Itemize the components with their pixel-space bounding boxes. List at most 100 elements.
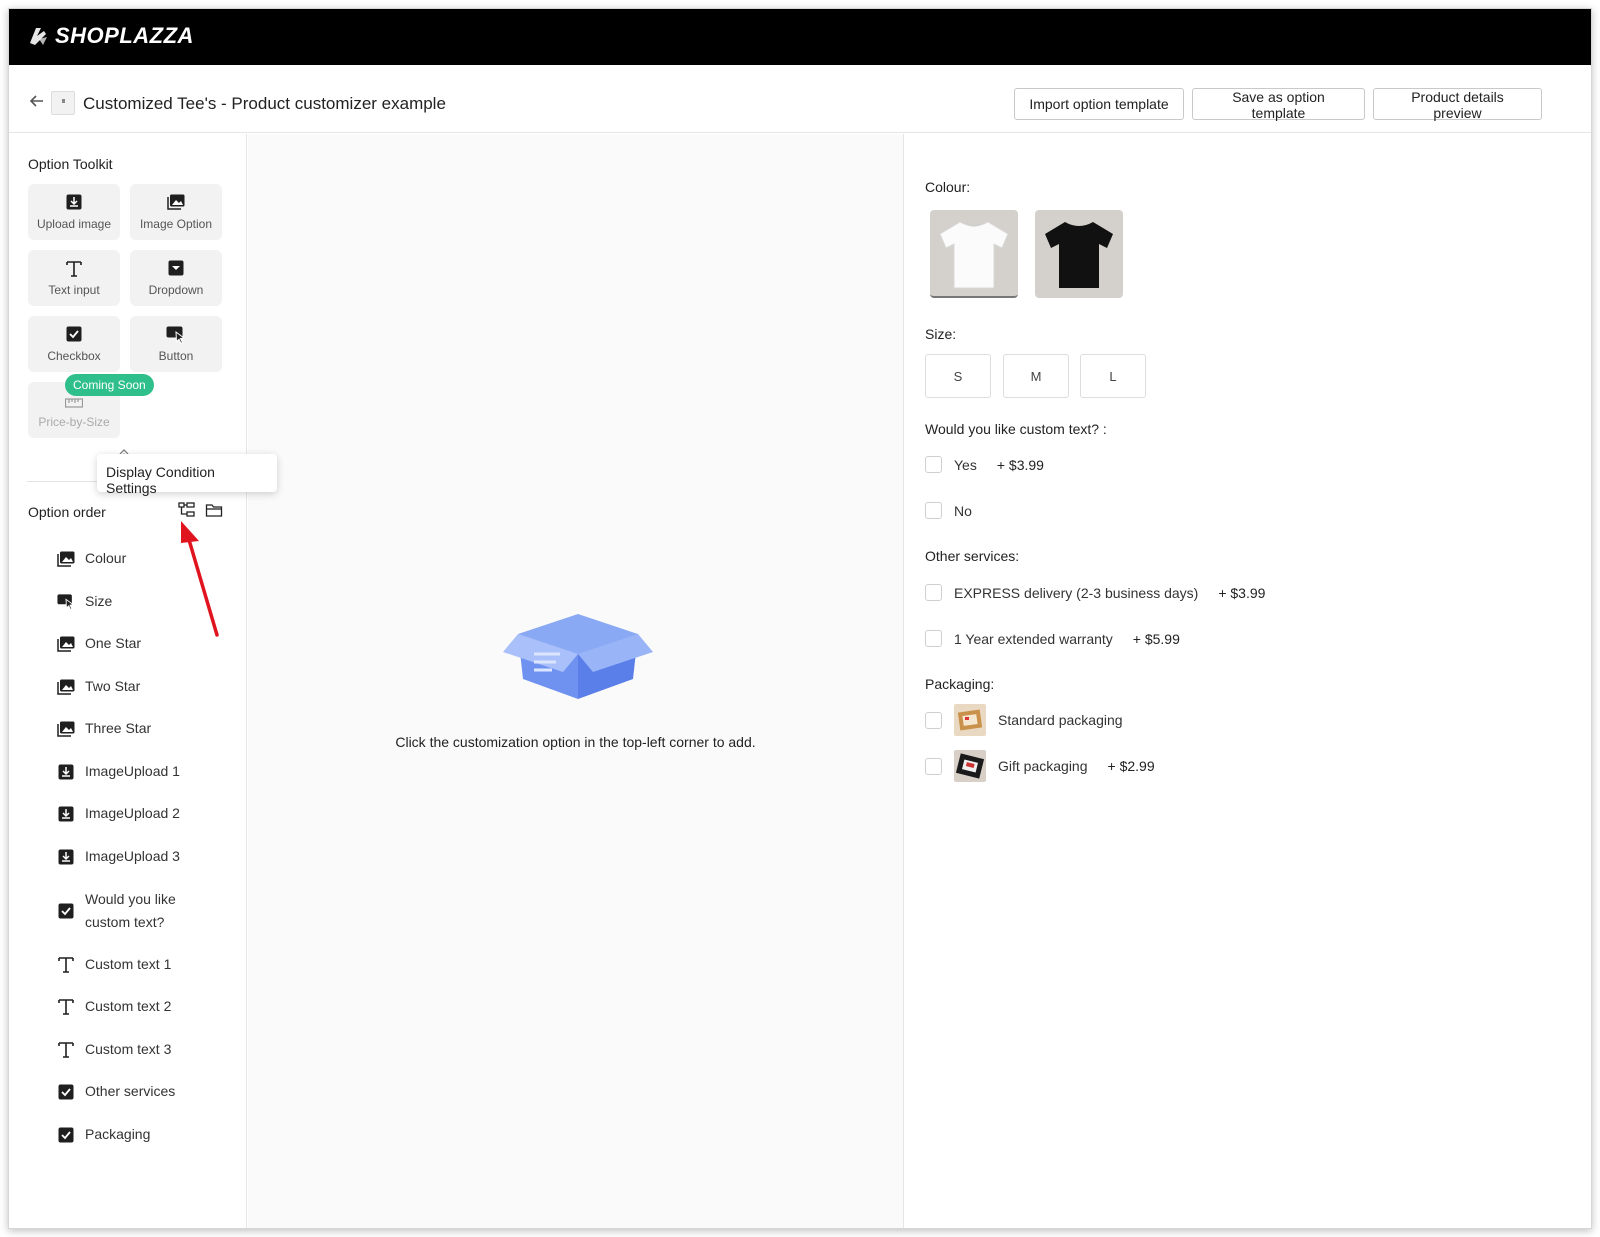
tool-button[interactable]: Button (130, 316, 222, 372)
upload-icon (57, 805, 75, 823)
checkbox[interactable] (925, 757, 942, 775)
tool-checkbox[interactable]: Checkbox (28, 316, 120, 372)
order-item-label: Three Star (85, 720, 152, 736)
packaging-gift[interactable]: Gift packaging + $2.99 (925, 750, 1155, 782)
option-toolkit-title: Option Toolkit (28, 156, 113, 172)
order-item-label: Custom text 3 (85, 1041, 172, 1057)
order-item-three-star[interactable]: Three Star (57, 717, 151, 740)
text-icon (57, 1041, 75, 1059)
colour-swatch-black[interactable] (1035, 210, 1123, 298)
back-arrow-icon[interactable] (27, 93, 47, 113)
order-item-label: Size (85, 593, 113, 609)
size-button-m[interactable]: M (1003, 354, 1069, 398)
image-icon (57, 550, 75, 568)
upload-icon (57, 848, 75, 866)
custom-text-option-no[interactable]: No (925, 502, 972, 519)
folder-icon[interactable] (205, 501, 223, 519)
checkbox-icon (57, 1126, 75, 1144)
image-icon (57, 635, 75, 653)
gift-packaging-image (954, 750, 986, 782)
import-option-template-button[interactable]: Import option template (1014, 88, 1184, 120)
top-bar: SHOPLAZZA (9, 9, 1591, 65)
checkbox[interactable] (925, 456, 942, 473)
upload-icon (28, 194, 120, 212)
tool-label: Upload image (36, 217, 112, 231)
tool-label: Button (158, 349, 194, 363)
option-price: + $3.99 (996, 456, 1044, 473)
order-item-custom-text-1[interactable]: Custom text 1 (57, 953, 171, 976)
order-item-one-star[interactable]: One Star (57, 632, 141, 655)
checkbox[interactable] (925, 502, 942, 519)
tool-label: Text input (48, 283, 100, 297)
order-item-label: Two Star (85, 678, 141, 694)
image-icon (57, 720, 75, 738)
checkbox[interactable] (925, 630, 942, 647)
colour-swatch-white[interactable] (930, 210, 1018, 298)
size-label: Size: (925, 326, 957, 342)
order-item-label: ImageUpload 3 (85, 848, 180, 864)
page-header: Customized Tee's - Product customizer ex… (9, 73, 1591, 133)
order-item-colour[interactable]: Colour (57, 547, 126, 570)
tool-label: Price-by-Size (38, 415, 110, 429)
brand-logo[interactable]: SHOPLAZZA (27, 23, 194, 49)
page-title: Customized Tee's - Product customizer ex… (83, 94, 446, 113)
tool-image-option[interactable]: Image Option (130, 184, 222, 240)
custom-text-option-yes[interactable]: Yes + $3.99 (925, 456, 1044, 473)
order-item-label: Would you like custom text? (85, 888, 176, 934)
order-item-would-you-like-custom-text[interactable]: Would you like custom text? (57, 888, 176, 934)
service-extended-warranty[interactable]: 1 Year extended warranty + $5.99 (925, 630, 1180, 647)
order-item-label: Packaging (85, 1126, 151, 1142)
text-icon (28, 260, 120, 278)
order-item-other-services[interactable]: Other services (57, 1080, 175, 1103)
image-icon (57, 678, 75, 696)
service-express-delivery[interactable]: EXPRESS delivery (2-3 business days) + $… (925, 584, 1265, 601)
standard-packaging-image (954, 704, 986, 736)
product-details-preview-button[interactable]: Product details preview (1373, 88, 1542, 121)
size-button-l[interactable]: L (1080, 354, 1146, 398)
option-label: 1 Year extended warranty (954, 630, 1113, 647)
checkbox[interactable] (925, 711, 942, 729)
tool-label: Image Option (139, 217, 213, 231)
order-item-imageupload-3[interactable]: ImageUpload 3 (57, 845, 180, 868)
order-item-two-star[interactable]: Two Star (57, 675, 140, 698)
option-price: + $2.99 (1107, 758, 1155, 774)
tool-upload-image[interactable]: Upload image (28, 184, 120, 240)
save-option-template-button[interactable]: Save as option template (1192, 88, 1365, 121)
colour-label: Colour: (925, 179, 971, 195)
app-window: SHOPLAZZA Customized Tee's - Product cus… (8, 8, 1592, 1229)
white-tshirt-image (939, 221, 1009, 289)
option-label: No (954, 502, 972, 519)
empty-state-message: Click the customization option in the to… (395, 734, 756, 750)
cursor-icon (130, 326, 222, 344)
coming-soon-badge: Coming Soon (65, 374, 154, 396)
checkbox[interactable] (925, 584, 942, 601)
checkbox-icon (57, 1083, 75, 1101)
display-condition-tooltip: Display Condition Settings (97, 454, 277, 496)
cursor-icon (57, 593, 75, 611)
order-item-imageupload-2[interactable]: ImageUpload 2 (57, 802, 180, 825)
order-item-packaging[interactable]: Packaging (57, 1123, 150, 1146)
custom-text-label: Would you like custom text? : (925, 421, 1107, 437)
order-item-imageupload-1[interactable]: ImageUpload 1 (57, 760, 180, 783)
tool-label: Checkbox (47, 349, 101, 363)
text-icon (57, 998, 75, 1016)
brand-name: SHOPLAZZA (55, 23, 194, 48)
option-label: EXPRESS delivery (2-3 business days) (954, 584, 1199, 601)
option-label: Gift packaging (998, 758, 1088, 774)
option-order-title: Option order (28, 504, 106, 520)
size-button-s[interactable]: S (925, 354, 991, 398)
packaging-standard[interactable]: Standard packaging (925, 704, 1123, 736)
tool-text-input[interactable]: Text input (28, 250, 120, 306)
order-item-custom-text-2[interactable]: Custom text 2 (57, 995, 171, 1018)
image-icon (130, 194, 222, 212)
order-item-size[interactable]: Size (57, 590, 112, 613)
tool-dropdown[interactable]: Dropdown (130, 250, 222, 306)
order-item-label-line2: custom text? (85, 914, 165, 930)
order-item-label: ImageUpload 2 (85, 805, 180, 821)
option-label: Yes (954, 456, 977, 473)
black-tshirt-image (1045, 222, 1113, 288)
order-item-label-line1: Would you like (85, 891, 176, 907)
display-condition-settings-icon[interactable] (178, 501, 196, 519)
empty-box-illustration (468, 614, 688, 704)
order-item-custom-text-3[interactable]: Custom text 3 (57, 1038, 171, 1061)
